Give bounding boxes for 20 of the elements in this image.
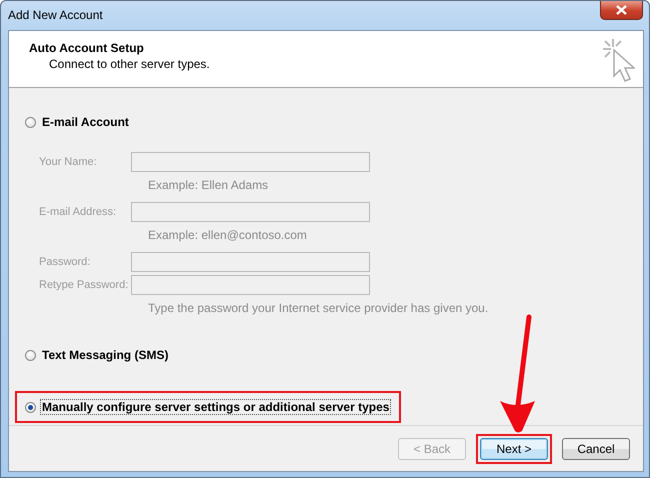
- hint-text: Type the password your Internet service provider has given you.: [148, 300, 490, 315]
- hint-text: Example: Ellen Adams: [148, 177, 270, 192]
- field-label: Your Name:: [39, 156, 98, 168]
- radio-button[interactable]: E-mail Account: [25, 114, 131, 130]
- field-label: E-mail Address:: [39, 206, 118, 218]
- header-title: Auto Account Setup: [29, 41, 145, 55]
- wizard-button[interactable]: Cancel: [562, 438, 630, 460]
- radio-circle[interactable]: [25, 350, 36, 360]
- hint-text: Example: ellen@contoso.com: [148, 227, 308, 242]
- field-label: Password:: [39, 256, 92, 268]
- cursor-click-icon: [601, 37, 635, 85]
- wizard-button[interactable]: Next >: [480, 438, 548, 460]
- close-button[interactable]: [600, 1, 643, 20]
- header-subtitle: Connect to other server types.: [48, 56, 210, 71]
- radio-button[interactable]: Text Messaging (SMS): [25, 347, 170, 363]
- radio-circle[interactable]: [25, 402, 36, 412]
- field-label: Retype Password:: [39, 279, 130, 291]
- close-icon: [616, 5, 627, 15]
- radio-circle[interactable]: [25, 116, 36, 128]
- window-title: Add New Account: [8, 7, 103, 22]
